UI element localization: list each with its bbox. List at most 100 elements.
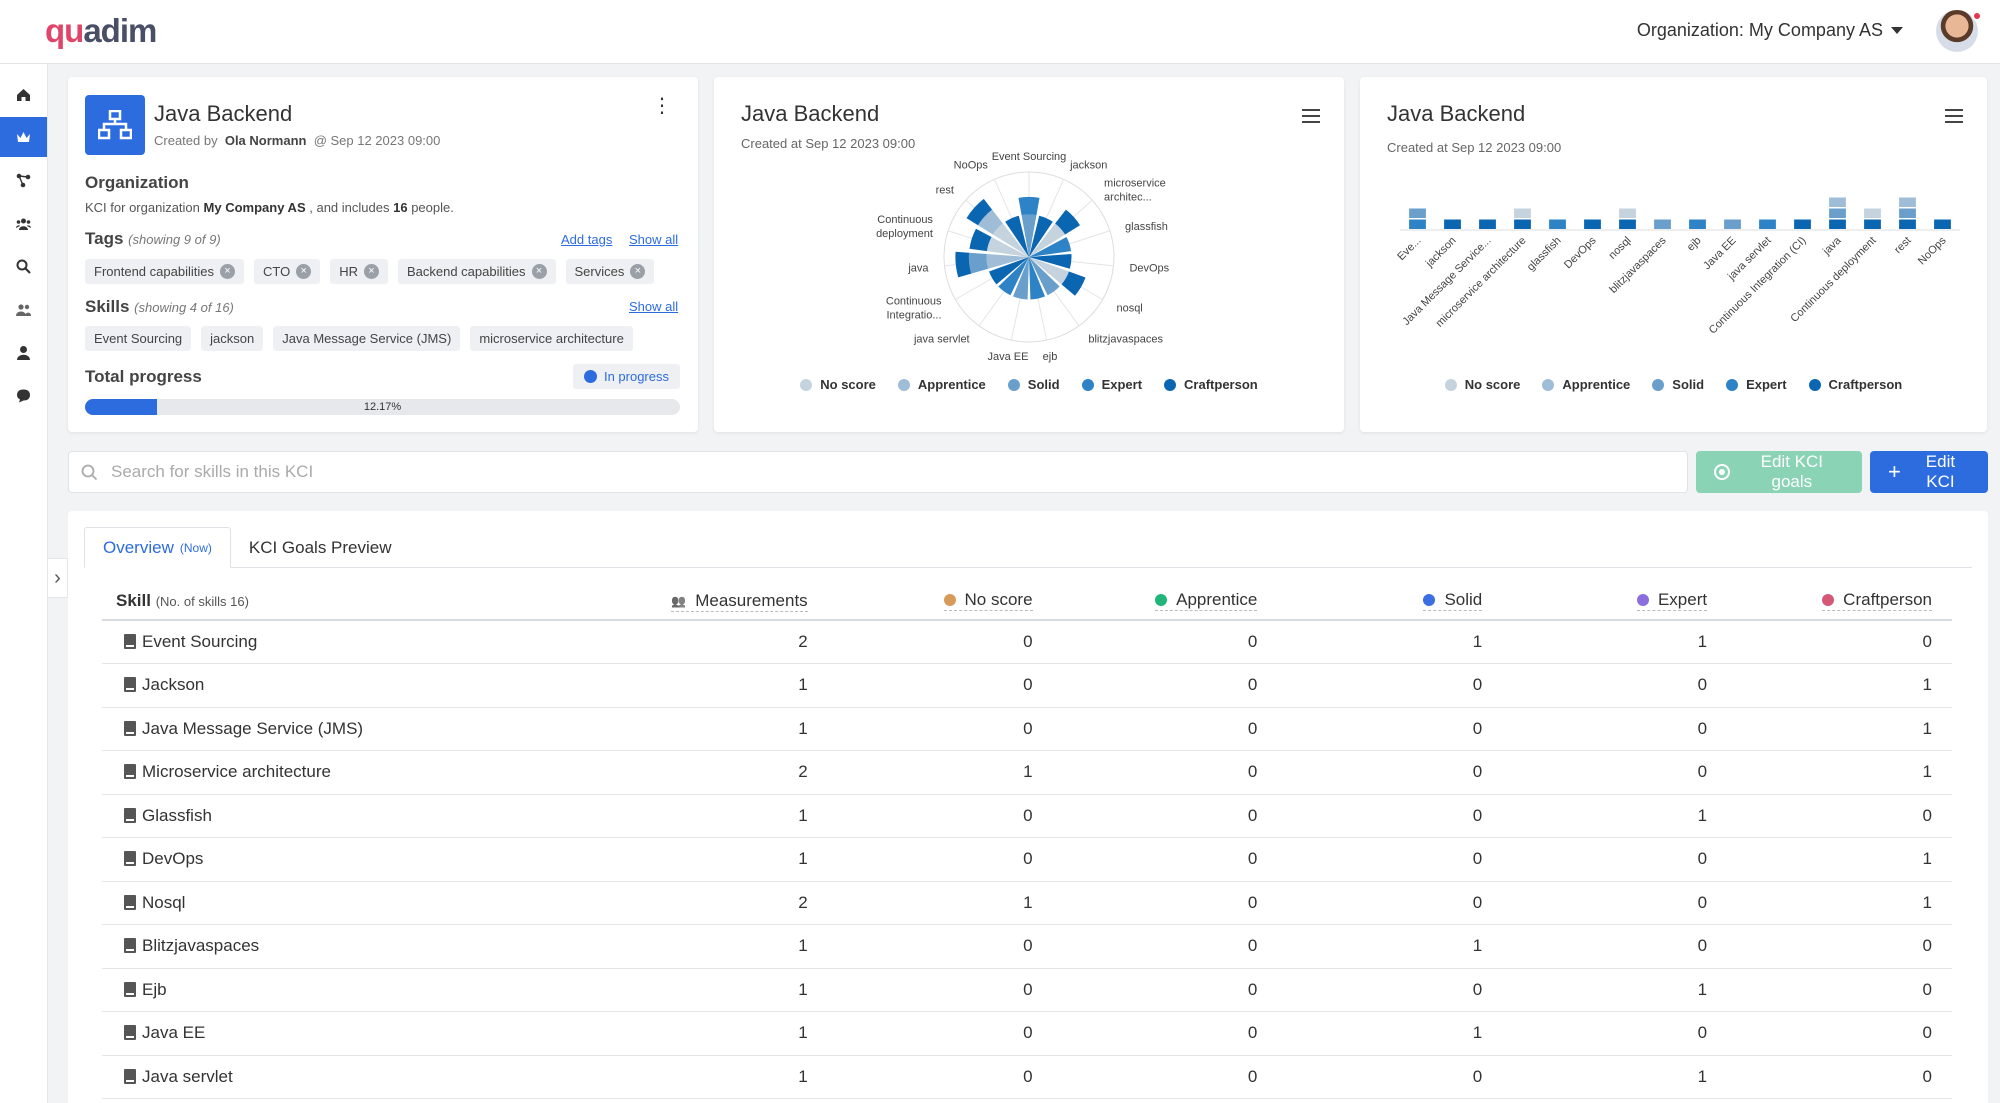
polar-category-label: jackson [1069, 160, 1107, 172]
bar-segment[interactable] [1934, 219, 1951, 230]
skill-name[interactable]: Blitzjavaspaces [142, 936, 259, 955]
sidebar-item-home[interactable] [0, 74, 47, 114]
quadim-logo[interactable]: quadim [45, 12, 157, 50]
bar-segment[interactable] [1409, 219, 1426, 230]
legend-item[interactable]: Craftperson [1808, 377, 1902, 392]
table-row[interactable]: Blitzjavaspaces 1 0 0 1 0 0 [102, 924, 1952, 969]
legend-item[interactable]: Expert [1081, 377, 1142, 392]
bar-segment[interactable] [1689, 219, 1706, 230]
skill-column-header[interactable]: Skill (No. of skills 16) [102, 582, 644, 621]
skill-name[interactable]: Java Message Service (JMS) [142, 719, 363, 738]
count-cell: 0 [827, 837, 1053, 882]
legend-item[interactable]: Solid [1007, 377, 1060, 392]
polar-segment[interactable] [1018, 196, 1040, 216]
table-row[interactable]: Java servlet 1 0 0 0 1 0 [102, 1055, 1952, 1099]
polar-segment[interactable] [955, 251, 972, 278]
column-header-craftperson[interactable]: Craftperson [1727, 582, 1952, 621]
bar-segment[interactable] [1864, 208, 1881, 219]
bar-segment[interactable] [1479, 219, 1496, 230]
table-row[interactable]: Jackson 1 0 0 0 0 1 [102, 663, 1952, 708]
bar-segment[interactable] [1514, 208, 1531, 219]
sidebar-item-search[interactable] [0, 246, 47, 286]
show-all-tags-link[interactable]: Show all [629, 232, 678, 247]
bar-segment[interactable] [1409, 208, 1426, 219]
bar-segment[interactable] [1549, 219, 1566, 230]
bar-segment[interactable] [1899, 208, 1916, 219]
table-row[interactable]: Nosql 2 1 0 0 0 1 [102, 881, 1952, 925]
bar-segment[interactable] [1654, 219, 1671, 230]
remove-tag-icon[interactable]: × [531, 264, 547, 279]
column-header-apprentice[interactable]: Apprentice [1052, 582, 1278, 621]
bar-segment[interactable] [1829, 197, 1846, 208]
skill-name[interactable]: DevOps [142, 849, 203, 868]
bar-segment[interactable] [1829, 208, 1846, 219]
skill-name[interactable]: Nosql [142, 893, 185, 912]
sidebar-item-chat[interactable] [0, 375, 47, 415]
edit-kci-button[interactable]: + Edit KCI [1870, 451, 1988, 493]
legend-label: No score [1464, 377, 1521, 392]
edit-kci-goals-button[interactable]: Edit KCI goals [1696, 451, 1862, 493]
bar-segment[interactable] [1619, 208, 1636, 219]
sidebar-expand-button[interactable]: › [48, 558, 68, 598]
bar-segment[interactable] [1759, 219, 1776, 230]
skill-search-input[interactable] [111, 452, 1671, 492]
organization-select[interactable]: Organization: My Company AS [1637, 20, 1903, 41]
polar-category-label: java [907, 263, 929, 275]
show-all-skills-link[interactable]: Show all [629, 299, 678, 314]
count-cell: 1 [1502, 1055, 1728, 1099]
table-row[interactable]: DevOps 1 0 0 0 0 1 [102, 837, 1952, 882]
column-header-solid[interactable]: Solid [1277, 582, 1503, 621]
legend-item[interactable]: No score [800, 377, 876, 392]
sidebar-item-graph[interactable] [0, 160, 47, 200]
bar-segment[interactable] [1724, 219, 1741, 230]
sidebar-item-users[interactable] [0, 289, 47, 329]
skill-name[interactable]: Java EE [142, 1023, 205, 1042]
count-cell: 1 [643, 1011, 828, 1056]
level-dot-icon [1423, 594, 1436, 606]
remove-tag-icon[interactable]: × [219, 264, 235, 279]
add-tags-link[interactable]: Add tags [561, 232, 612, 247]
skill-name[interactable]: Glassfish [142, 806, 212, 825]
table-row[interactable]: Microservice architecture 2 1 0 0 0 1 [102, 750, 1952, 795]
column-header-measurements[interactable]: 👥 Measurements [643, 582, 828, 621]
remove-tag-icon[interactable]: × [363, 264, 379, 279]
legend-item[interactable]: Solid [1652, 377, 1704, 392]
bar-segment[interactable] [1444, 219, 1461, 230]
table-row[interactable]: Java Message Service (JMS) 1 0 0 0 0 1 [102, 707, 1952, 751]
legend-item[interactable]: No score [1444, 377, 1521, 392]
sidebar-item-team[interactable] [0, 203, 47, 243]
bar-segment[interactable] [1864, 219, 1881, 230]
skill-name[interactable]: Event Sourcing [142, 632, 257, 651]
bar-segment[interactable] [1584, 219, 1601, 230]
bar-segment[interactable] [1794, 219, 1811, 230]
skill-name[interactable]: Microservice architecture [142, 762, 331, 781]
table-row[interactable]: Java EE 1 0 0 1 0 0 [102, 1011, 1952, 1056]
tab-overview[interactable]: Overview (Now) [84, 527, 231, 568]
sidebar-item-user[interactable] [0, 332, 47, 372]
table-row[interactable]: Event Sourcing 2 0 0 1 1 0 [102, 620, 1952, 664]
sidebar-item-crown[interactable] [0, 117, 47, 157]
legend-item[interactable]: Apprentice [1542, 377, 1630, 392]
bar-segment[interactable] [1619, 219, 1636, 230]
bar-segment[interactable] [1514, 219, 1531, 230]
column-header-expert[interactable]: Expert [1502, 582, 1728, 621]
bar-segment[interactable] [1899, 219, 1916, 230]
bar-segment[interactable] [1899, 197, 1916, 208]
skill-name[interactable]: Java servlet [142, 1067, 233, 1086]
table-row[interactable]: Glassfish 1 0 0 0 1 0 [102, 794, 1952, 838]
bar-segment[interactable] [1829, 219, 1846, 230]
remove-tag-icon[interactable]: × [296, 264, 312, 279]
remove-tag-icon[interactable]: × [630, 264, 646, 279]
legend-item[interactable]: Apprentice [897, 377, 986, 392]
book-icon [124, 677, 136, 693]
tab-kci-goals-preview[interactable]: KCI Goals Preview [231, 527, 410, 568]
table-row[interactable]: Ejb 1 0 0 0 1 0 [102, 968, 1952, 1012]
more-options-icon[interactable]: ⋮ [652, 96, 672, 116]
graph-icon [16, 173, 31, 187]
legend-item[interactable]: Craftperson [1164, 377, 1258, 392]
legend-item[interactable]: Expert [1726, 377, 1787, 392]
polar-segment[interactable] [968, 252, 989, 274]
skill-name[interactable]: Ejb [142, 980, 167, 999]
skill-name[interactable]: Jackson [142, 675, 204, 694]
column-header-no-score[interactable]: No score [827, 582, 1053, 621]
